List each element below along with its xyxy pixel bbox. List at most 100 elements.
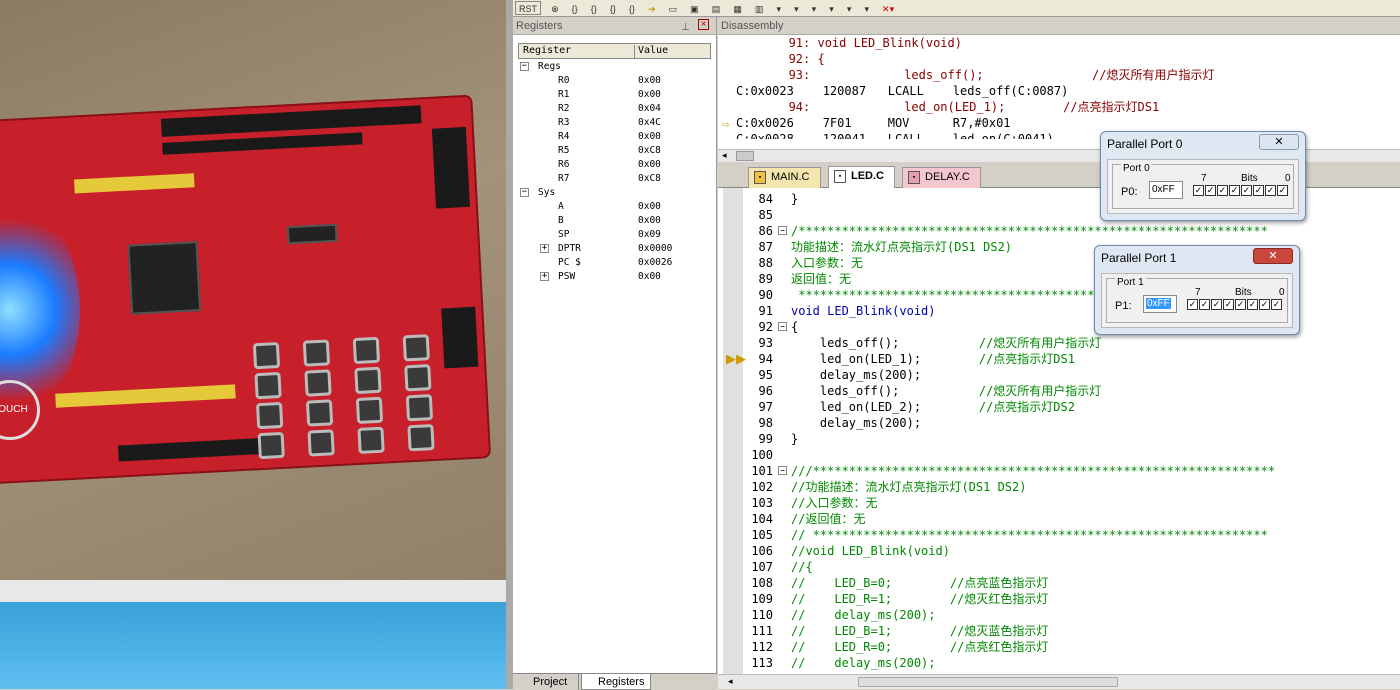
system-viewer-icon[interactable]: ▾ bbox=[861, 2, 872, 16]
disassembly-window-icon[interactable]: ▣ bbox=[687, 2, 702, 16]
register-row[interactable]: R3 0x4C bbox=[518, 116, 711, 130]
run-to-cursor-icon[interactable]: {} bbox=[626, 2, 638, 16]
checkbox[interactable]: ✓ bbox=[1223, 299, 1234, 310]
checkbox[interactable]: ✓ bbox=[1253, 185, 1264, 196]
fold-toggle[interactable]: − bbox=[778, 226, 787, 235]
step-into-icon[interactable]: {} bbox=[569, 2, 581, 16]
disasm-line[interactable]: C:0x0023 120087 LCALL leds_off(C:0087) bbox=[718, 83, 1400, 99]
show-next-icon[interactable]: ➔ bbox=[645, 2, 659, 16]
fold-toggle[interactable]: − bbox=[778, 466, 787, 475]
register-table-header: Register Value bbox=[518, 43, 711, 59]
editor-hscrollbar[interactable]: ◂ bbox=[718, 674, 1400, 689]
checkbox[interactable]: ✓ bbox=[1259, 299, 1270, 310]
register-row[interactable]: + DPTR 0x0000 bbox=[518, 242, 711, 256]
register-row[interactable]: A 0x00 bbox=[518, 200, 711, 214]
code-line[interactable]: 104 //返回值：无 bbox=[718, 511, 1400, 527]
register-row[interactable]: R4 0x00 bbox=[518, 130, 711, 144]
checkbox[interactable]: ✓ bbox=[1235, 299, 1246, 310]
code-line[interactable]: 98 delay_ms(200); bbox=[718, 415, 1400, 431]
close-icon[interactable]: × bbox=[698, 19, 709, 30]
register-row[interactable]: B 0x00 bbox=[518, 214, 711, 228]
register-row[interactable]: + PSW 0x00 bbox=[518, 270, 711, 284]
checkbox[interactable]: ✓ bbox=[1199, 299, 1210, 310]
call-stack-icon[interactable]: ▥ bbox=[752, 2, 767, 16]
disasm-line-current[interactable]: ⇨ C:0x0026 7F01 MOV R7,#0x01 bbox=[718, 115, 1400, 131]
disasm-line[interactable]: 93: leds_off(); //熄灭所有用户指示灯 bbox=[718, 67, 1400, 83]
disasm-line[interactable]: 91: void LED_Blink(void) bbox=[718, 35, 1400, 51]
pin-icon[interactable]: ⊥ bbox=[681, 19, 690, 37]
code-line[interactable]: 86−/************************************… bbox=[718, 223, 1400, 239]
checkbox[interactable]: ✓ bbox=[1187, 299, 1198, 310]
register-row[interactable]: PC $0x0026 bbox=[518, 256, 711, 270]
tree-group-sys[interactable]: − Sys bbox=[518, 186, 711, 200]
analysis-window-icon[interactable]: ▾ bbox=[826, 2, 837, 16]
line-number: 107 bbox=[751, 560, 773, 574]
step-over-icon[interactable]: {} bbox=[588, 2, 600, 16]
code-line[interactable]: 103 //入口参数：无 bbox=[718, 495, 1400, 511]
code-line[interactable]: 97 led_on(LED_2); //点亮指示灯DS2 bbox=[718, 399, 1400, 415]
splitter[interactable] bbox=[506, 0, 513, 689]
code-line[interactable]: 107 //{ bbox=[718, 559, 1400, 575]
register-row[interactable]: SP 0x09 bbox=[518, 228, 711, 242]
tree-group-regs[interactable]: − Regs bbox=[518, 60, 711, 74]
fold-toggle[interactable]: − bbox=[778, 322, 787, 331]
code-line[interactable]: 105 // **********************************… bbox=[718, 527, 1400, 543]
port1-value-field[interactable]: 0xFF bbox=[1143, 295, 1177, 313]
code-line[interactable]: 101−///*********************************… bbox=[718, 463, 1400, 479]
trace-window-icon[interactable]: ▾ bbox=[844, 2, 855, 16]
toolbox-icon[interactable]: ✕▾ bbox=[879, 2, 897, 16]
code-line[interactable]: 111 // LED_B=1; //熄灭蓝色指示灯 bbox=[718, 623, 1400, 639]
code-line[interactable]: 108 // LED_B=0; //点亮蓝色指示灯 bbox=[718, 575, 1400, 591]
step-out-icon[interactable]: {} bbox=[607, 2, 619, 16]
tab-project[interactable]: Project bbox=[517, 674, 579, 690]
register-row[interactable]: R1 0x00 bbox=[518, 88, 711, 102]
port0-value-field[interactable]: 0xFF bbox=[1149, 181, 1183, 199]
checkbox[interactable]: ✓ bbox=[1277, 185, 1288, 196]
code-line[interactable]: 95 delay_ms(200); bbox=[718, 367, 1400, 383]
code-line[interactable]: 110 // delay_ms(200); bbox=[718, 607, 1400, 623]
register-row[interactable]: R2 0x04 bbox=[518, 102, 711, 116]
code-line[interactable]: 109 // LED_R=1; //熄灭红色指示灯 bbox=[718, 591, 1400, 607]
checkbox[interactable]: ✓ bbox=[1271, 299, 1282, 310]
line-number: 105 bbox=[751, 528, 773, 542]
reset-button[interactable]: RST bbox=[515, 1, 541, 15]
code-line[interactable]: 93 leds_off(); //熄灭所有用户指示灯 bbox=[718, 335, 1400, 351]
code-line[interactable]: 113 // delay_ms(200); bbox=[718, 655, 1400, 671]
code-line[interactable]: 94 led_on(LED_1); //点亮指示灯DS1 bbox=[718, 351, 1400, 367]
registers-window-icon[interactable]: ▦ bbox=[730, 2, 745, 16]
checkbox[interactable]: ✓ bbox=[1241, 185, 1252, 196]
disasm-line[interactable]: 92: { bbox=[718, 51, 1400, 67]
command-window-icon[interactable]: ▭ bbox=[666, 2, 681, 16]
register-row[interactable]: R0 0x00 bbox=[518, 74, 711, 88]
code-line[interactable]: 100 bbox=[718, 447, 1400, 463]
code-line[interactable]: 112 // LED_R=0; //点亮红色指示灯 bbox=[718, 639, 1400, 655]
tab-main-c[interactable]: ▪ MAIN.C bbox=[748, 167, 821, 188]
disasm-line[interactable]: 94: led_on(LED_1); //点亮指示灯DS1 bbox=[718, 99, 1400, 115]
checkbox[interactable]: ✓ bbox=[1211, 299, 1222, 310]
register-row[interactable]: R5 0xC8 bbox=[518, 144, 711, 158]
checkbox[interactable]: ✓ bbox=[1229, 185, 1240, 196]
code-line[interactable]: 99} bbox=[718, 431, 1400, 447]
port1-close-button[interactable]: ✕ bbox=[1253, 248, 1293, 264]
checkbox[interactable]: ✓ bbox=[1193, 185, 1204, 196]
register-row[interactable]: R6 0x00 bbox=[518, 158, 711, 172]
stop-icon[interactable]: ⊗ bbox=[548, 2, 562, 16]
memory-window-icon[interactable]: ▾ bbox=[791, 2, 802, 16]
col-register[interactable]: Register bbox=[523, 45, 571, 56]
tab-led-c[interactable]: ▪ LED.C bbox=[828, 166, 895, 188]
checkbox[interactable]: ✓ bbox=[1217, 185, 1228, 196]
tab-delay-c[interactable]: ▪ DELAY.C bbox=[902, 167, 981, 188]
checkbox[interactable]: ✓ bbox=[1265, 185, 1276, 196]
symbols-window-icon[interactable]: ▤ bbox=[709, 2, 724, 16]
checkbox[interactable]: ✓ bbox=[1205, 185, 1216, 196]
serial-window-icon[interactable]: ▾ bbox=[809, 2, 820, 16]
col-value[interactable]: Value bbox=[634, 45, 668, 59]
watch-window-icon[interactable]: ▾ bbox=[773, 2, 784, 16]
code-line[interactable]: 102 //功能描述：流水灯点亮指示灯(DS1 DS2) bbox=[718, 479, 1400, 495]
register-row[interactable]: R7 0xC8 bbox=[518, 172, 711, 186]
checkbox[interactable]: ✓ bbox=[1247, 299, 1258, 310]
code-line[interactable]: 106 //void LED_Blink(void) bbox=[718, 543, 1400, 559]
port0-close-button[interactable]: ✕ bbox=[1259, 134, 1299, 150]
code-line[interactable]: 96 leds_off(); //熄灭所有用户指示灯 bbox=[718, 383, 1400, 399]
tab-registers[interactable]: Registers bbox=[581, 674, 651, 690]
